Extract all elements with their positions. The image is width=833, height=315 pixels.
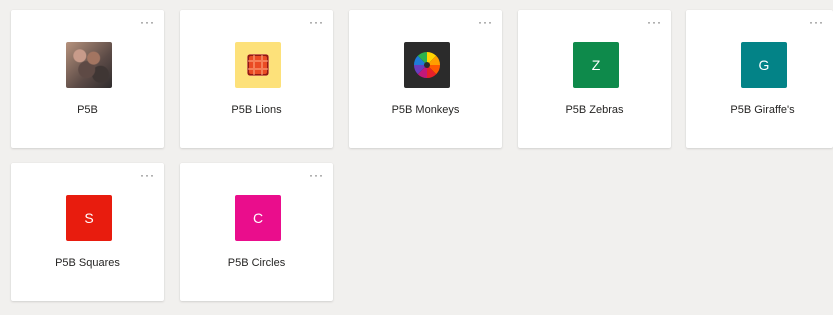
team-name: P5B Giraffe's xyxy=(730,104,795,116)
more-options-icon[interactable]: ··· xyxy=(809,16,824,28)
team-initial: S xyxy=(84,210,94,226)
team-initial: C xyxy=(252,210,264,226)
team-initial-tile: S xyxy=(66,195,112,241)
team-card-p5b-zebras[interactable]: ··· Z P5B Zebras xyxy=(518,10,671,148)
team-name: P5B Monkeys xyxy=(391,104,460,116)
more-options-icon[interactable]: ··· xyxy=(647,16,662,28)
team-name: P5B Zebras xyxy=(565,104,624,116)
team-name: P5B Lions xyxy=(231,104,282,116)
team-card-p5b-giraffes[interactable]: ··· G P5B Giraffe's xyxy=(686,10,833,148)
team-photo xyxy=(66,42,112,88)
more-options-icon[interactable]: ··· xyxy=(309,169,324,181)
team-card-p5b-lions[interactable]: ··· P5B Lions xyxy=(180,10,333,148)
team-card-p5b-monkeys[interactable]: ··· P5B Monkeys xyxy=(349,10,502,148)
more-options-icon[interactable]: ··· xyxy=(140,169,155,181)
team-name: P5B xyxy=(77,104,98,116)
team-initial-tile: G xyxy=(741,42,787,88)
team-card-p5b-circles[interactable]: ··· C P5B Circles xyxy=(180,163,333,301)
team-card-p5b-squares[interactable]: ··· S P5B Squares xyxy=(11,163,164,301)
more-options-icon[interactable]: ··· xyxy=(309,16,324,28)
team-initial-tile: C xyxy=(235,195,281,241)
team-name: P5B Circles xyxy=(227,257,286,269)
team-name: P5B Squares xyxy=(55,257,120,269)
team-initial-tile: Z xyxy=(573,42,619,88)
team-card-p5b[interactable]: ··· P5B xyxy=(11,10,164,148)
more-options-icon[interactable]: ··· xyxy=(478,16,493,28)
teams-grid: ··· P5B ··· P5B Lions ··· P5B Monkeys ··… xyxy=(0,0,833,315)
color-wheel-icon xyxy=(404,42,450,88)
team-initial: Z xyxy=(591,57,601,73)
lions-icon xyxy=(235,42,281,88)
team-initial: G xyxy=(758,57,770,73)
more-options-icon[interactable]: ··· xyxy=(140,16,155,28)
